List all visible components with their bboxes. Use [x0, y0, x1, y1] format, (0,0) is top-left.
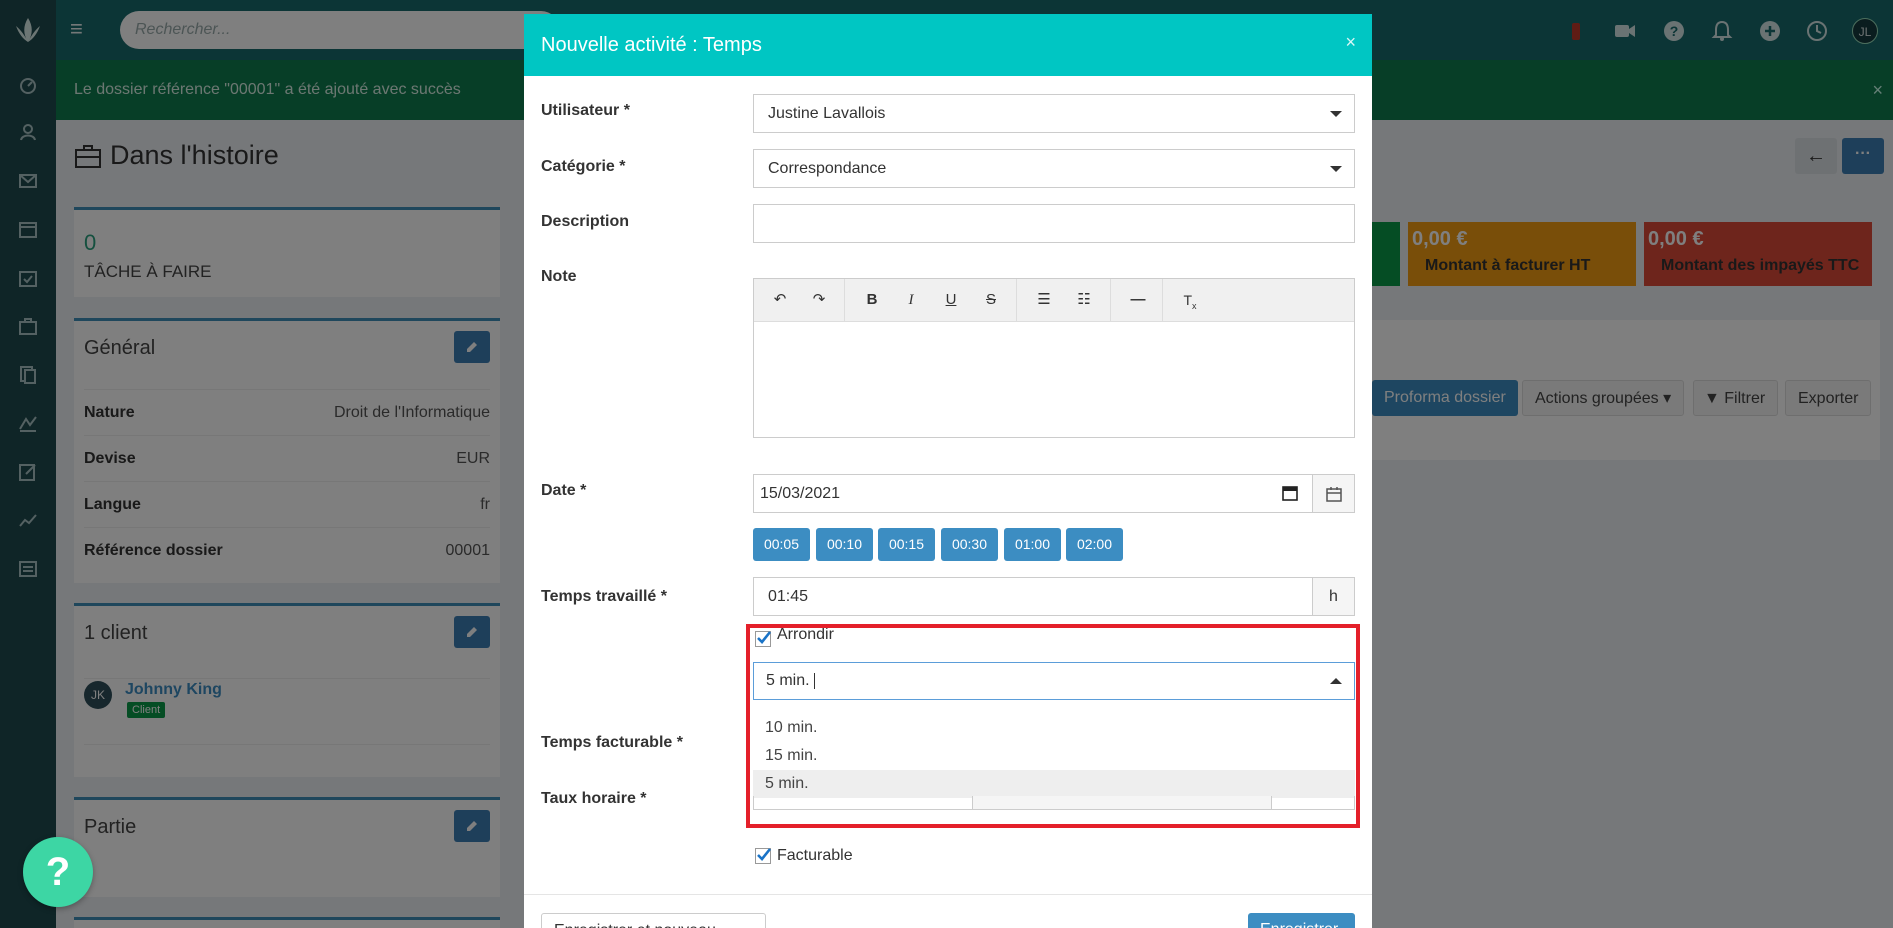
modal-header: Nouvelle activité : Temps × — [524, 14, 1372, 76]
description-label: Description — [541, 213, 630, 230]
bold-icon[interactable]: B — [860, 289, 884, 311]
undo-icon[interactable]: ↶ — [768, 289, 792, 311]
category-label: Catégorie * — [541, 158, 626, 175]
hourly-rate-label: Taux horaire * — [541, 790, 647, 807]
modal-title: Nouvelle activité : Temps — [541, 34, 762, 56]
calendar-button[interactable] — [1312, 474, 1355, 513]
new-activity-modal: Nouvelle activité : Temps × Utilisateur … — [524, 14, 1372, 928]
date-input[interactable]: 15/03/2021 — [753, 474, 1313, 513]
billed-time-label: Temps facturable * — [541, 734, 683, 751]
billable-label: Facturable — [777, 847, 853, 864]
quick-time-button[interactable]: 00:15 — [878, 528, 935, 561]
clear-format-icon[interactable]: Tx — [1178, 289, 1202, 311]
redo-icon[interactable]: ↷ — [807, 289, 831, 311]
help-button[interactable]: ? — [23, 837, 93, 907]
checkmark-icon — [757, 848, 772, 861]
save-button[interactable]: Enregistrer — [1248, 913, 1355, 928]
bullet-list-icon[interactable]: ☰ — [1032, 289, 1056, 311]
calendar-icon — [1325, 487, 1342, 502]
chevron-down-icon — [1330, 166, 1342, 172]
category-select[interactable]: Correspondance — [753, 149, 1355, 188]
strikethrough-icon[interactable]: S — [979, 289, 1003, 311]
quick-time-button[interactable]: 00:30 — [941, 528, 998, 561]
description-input[interactable] — [753, 204, 1355, 243]
worked-time-label: Temps travaillé * — [541, 588, 667, 605]
editor-toolbar: ↶ ↷ B I U S ☰ ☷ — Tx — [754, 279, 1354, 322]
user-label: Utilisateur * — [541, 102, 630, 119]
user-select-value: Justine Lavallois — [768, 105, 886, 122]
category-select-value: Correspondance — [768, 160, 887, 177]
close-icon[interactable]: × — [1345, 32, 1356, 53]
underline-icon[interactable]: U — [939, 289, 963, 311]
note-label: Note — [541, 268, 577, 285]
worked-time-unit: h — [1312, 577, 1355, 616]
chevron-down-icon — [1330, 111, 1342, 117]
quick-time-button[interactable]: 01:00 — [1004, 528, 1061, 561]
user-select[interactable]: Justine Lavallois — [753, 94, 1355, 133]
billable-checkbox[interactable] — [755, 848, 772, 864]
worked-time-input[interactable]: 01:45 — [753, 577, 1313, 616]
calendar-picker-icon[interactable] — [1282, 485, 1298, 501]
italic-icon[interactable]: I — [899, 289, 923, 311]
date-label: Date * — [541, 482, 587, 499]
numbered-list-icon[interactable]: ☷ — [1072, 289, 1096, 311]
modal-footer-divider — [524, 894, 1372, 895]
quick-time-button[interactable]: 00:05 — [753, 528, 810, 561]
quick-time-button[interactable]: 00:10 — [816, 528, 873, 561]
save-and-new-button[interactable]: Enregistrer et nouveau — [541, 913, 766, 928]
horizontal-rule-icon[interactable]: — — [1126, 289, 1150, 311]
note-editor[interactable]: ↶ ↷ B I U S ☰ ☷ — Tx — [753, 278, 1355, 438]
highlight-box — [746, 624, 1360, 828]
date-input-value: 15/03/2021 — [760, 485, 841, 502]
quick-time-button[interactable]: 02:00 — [1066, 528, 1123, 561]
